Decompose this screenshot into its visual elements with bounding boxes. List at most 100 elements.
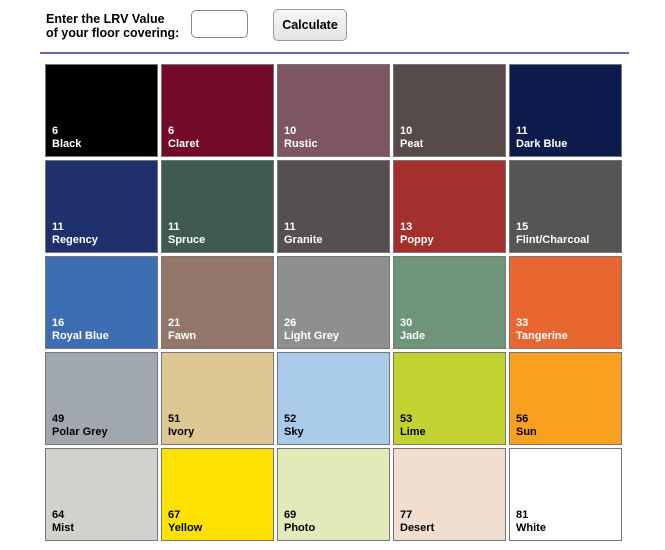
swatch-label: 11 Granite — [284, 221, 323, 247]
swatch-lrv-value: 64 — [52, 509, 65, 521]
swatch-label: 26 Light Grey — [284, 317, 339, 343]
swatch-color-name: Black — [52, 138, 82, 150]
color-swatch: 64 Mist — [45, 448, 158, 541]
swatch-label: 77 Desert — [400, 509, 434, 535]
swatch-lrv-value: 81 — [516, 509, 529, 521]
swatch-color-name: Mist — [52, 522, 74, 534]
swatch-label: 11 Dark Blue — [516, 125, 567, 151]
swatch-lrv-value: 51 — [168, 413, 181, 425]
calculate-button[interactable]: Calculate — [273, 9, 347, 41]
color-swatch: 11 Regency — [45, 160, 158, 253]
color-swatch: 69 Photo — [277, 448, 390, 541]
color-swatch: 51 Ivory — [161, 352, 274, 445]
swatch-label: 6 Black — [52, 125, 81, 151]
swatch-color-name: Claret — [168, 138, 200, 150]
swatch-lrv-value: 10 — [284, 125, 297, 137]
swatch-lrv-value: 15 — [516, 221, 529, 233]
swatch-lrv-value: 13 — [400, 221, 413, 233]
swatch-lrv-value: 53 — [400, 413, 413, 425]
color-swatch: 10 Peat — [393, 64, 506, 157]
swatch-color-name: Jade — [400, 330, 426, 342]
swatch-color-name: Yellow — [168, 522, 203, 534]
swatch-label: 30 Jade — [400, 317, 425, 343]
swatch-lrv-value: 11 — [168, 221, 180, 233]
swatch-color-name: Poppy — [400, 234, 434, 246]
swatch-color-name: Granite — [284, 234, 323, 246]
color-swatch: 21 Fawn — [161, 256, 274, 349]
color-swatch: 30 Jade — [393, 256, 506, 349]
swatch-color-name: Tangerine — [516, 330, 568, 342]
swatch-label: 56 Sun — [516, 413, 537, 439]
color-swatch: 53 Lime — [393, 352, 506, 445]
color-swatch: 52 Sky — [277, 352, 390, 445]
swatch-color-name: Desert — [400, 522, 435, 534]
swatch-label: 52 Sky — [284, 413, 304, 439]
swatch-label: 10 Peat — [400, 125, 423, 151]
swatch-lrv-value: 30 — [400, 317, 413, 329]
swatch-lrv-value: 56 — [516, 413, 529, 425]
swatch-label: 11 Regency — [52, 221, 98, 247]
color-swatch: 11 Spruce — [161, 160, 274, 253]
swatch-lrv-value: 26 — [284, 317, 297, 329]
swatch-label: 15 Flint/Charcoal — [516, 221, 589, 247]
swatch-label: 69 Photo — [284, 509, 315, 535]
swatch-label: 67 Yellow — [168, 509, 202, 535]
lrv-prompt-line1: Enter the LRV Value — [46, 12, 165, 26]
swatch-lrv-value: 69 — [284, 509, 297, 521]
swatch-lrv-value: 10 — [400, 125, 413, 137]
swatch-color-name: Peat — [400, 138, 424, 150]
swatch-color-name: Rustic — [284, 138, 318, 150]
swatch-lrv-value: 49 — [52, 413, 65, 425]
swatch-lrv-value: 21 — [168, 317, 181, 329]
swatch-color-name: Photo — [284, 522, 316, 534]
color-swatch: 16 Royal Blue — [45, 256, 158, 349]
color-swatch: 33 Tangerine — [509, 256, 622, 349]
swatch-lrv-value: 52 — [284, 413, 297, 425]
swatch-color-name: Sky — [284, 426, 304, 438]
swatch-color-name: Lime — [400, 426, 426, 438]
swatch-lrv-value: 11 — [52, 221, 64, 233]
swatch-lrv-value: 16 — [52, 317, 65, 329]
swatch-lrv-value: 11 — [516, 125, 528, 137]
color-swatch: 26 Light Grey — [277, 256, 390, 349]
lrv-prompt-label: Enter the LRV Value of your floor coveri… — [46, 12, 191, 40]
swatch-lrv-value: 67 — [168, 509, 181, 521]
swatch-color-name: Regency — [52, 234, 98, 246]
swatch-lrv-value: 11 — [284, 221, 296, 233]
swatch-lrv-value: 77 — [400, 509, 413, 521]
color-swatch: 13 Poppy — [393, 160, 506, 253]
swatch-label: 11 Spruce — [168, 221, 205, 247]
swatch-color-name: Fawn — [168, 330, 197, 342]
swatch-label: 53 Lime — [400, 413, 426, 439]
color-swatch: 6 Claret — [161, 64, 274, 157]
swatch-color-name: Spruce — [168, 234, 206, 246]
color-swatch: 67 Yellow — [161, 448, 274, 541]
color-swatch: 11 Granite — [277, 160, 390, 253]
swatch-color-name: Royal Blue — [52, 330, 109, 342]
swatch-label: 64 Mist — [52, 509, 74, 535]
swatch-color-name: Flint/Charcoal — [516, 234, 590, 246]
color-swatch: 15 Flint/Charcoal — [509, 160, 622, 253]
lrv-value-input[interactable] — [191, 10, 248, 38]
color-swatch: 56 Sun — [509, 352, 622, 445]
swatch-label: 81 White — [516, 509, 546, 535]
color-swatch: 11 Dark Blue — [509, 64, 622, 157]
swatch-lrv-value: 33 — [516, 317, 529, 329]
swatch-color-name: Light Grey — [284, 330, 340, 342]
swatch-color-name: Sun — [516, 426, 537, 438]
color-swatch-grid: 6 Black 6 Claret 10 Rustic 10 Peat 11 Dark Blue 11… — [45, 64, 622, 541]
color-swatch: 81 White — [509, 448, 622, 541]
swatch-label: 13 Poppy — [400, 221, 434, 247]
swatch-label: 33 Tangerine — [516, 317, 568, 343]
swatch-color-name: Dark Blue — [516, 138, 568, 150]
swatch-color-name: Ivory — [168, 426, 195, 438]
color-swatch: 10 Rustic — [277, 64, 390, 157]
lrv-prompt-line2: of your floor covering: — [46, 26, 180, 40]
swatch-label: 51 Ivory — [168, 413, 194, 439]
swatch-label: 49 Polar Grey — [52, 413, 108, 439]
header-divider — [40, 52, 629, 54]
swatch-label: 16 Royal Blue — [52, 317, 109, 343]
swatch-label: 6 Claret — [168, 125, 199, 151]
swatch-label: 10 Rustic — [284, 125, 318, 151]
swatch-color-name: White — [516, 522, 546, 534]
